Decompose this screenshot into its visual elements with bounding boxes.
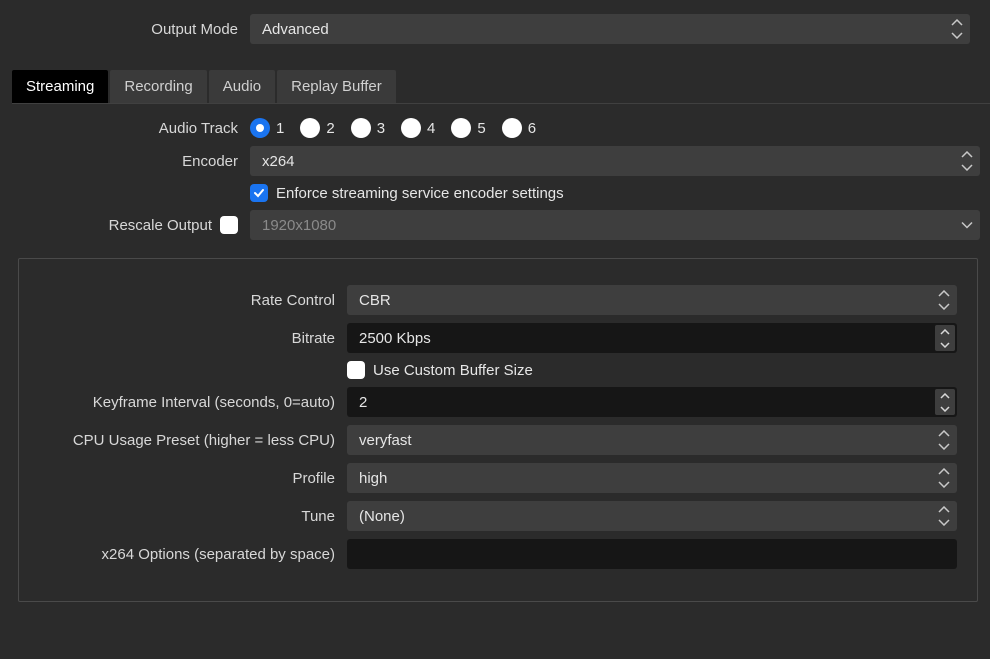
encoder-select[interactable]: x264	[250, 146, 980, 176]
tab-replay-buffer[interactable]: Replay Buffer	[277, 70, 396, 103]
tune-select[interactable]: (None)	[347, 501, 957, 531]
x264-opts-input[interactable]	[347, 539, 957, 569]
cpu-preset-value: veryfast	[359, 432, 412, 449]
audio-track-radio-1[interactable]	[250, 118, 270, 138]
keyframe-label: Keyframe Interval (seconds, 0=auto)	[29, 394, 347, 411]
bitrate-input[interactable]: 2500 Kbps	[347, 323, 957, 353]
tune-label: Tune	[29, 508, 347, 525]
encoder-value: x264	[262, 153, 295, 170]
custom-buffer-label: Use Custom Buffer Size	[373, 362, 533, 379]
output-mode-label: Output Mode	[0, 21, 250, 38]
audio-track-radio-5[interactable]	[451, 118, 471, 138]
chevron-down-icon[interactable]	[935, 402, 955, 415]
enforce-label: Enforce streaming service encoder settin…	[276, 185, 564, 202]
updown-icon	[935, 427, 953, 453]
rescale-select[interactable]: 1920x1080	[250, 210, 980, 240]
profile-label: Profile	[29, 470, 347, 487]
updown-icon	[935, 503, 953, 529]
rate-control-select[interactable]: CBR	[347, 285, 957, 315]
encoder-settings-panel: Rate Control CBR Bitrate 2500 Kbps	[18, 258, 978, 602]
tab-audio[interactable]: Audio	[209, 70, 275, 103]
audio-track-radio-4[interactable]	[401, 118, 421, 138]
keyframe-input[interactable]: 2	[347, 387, 957, 417]
enforce-checkbox[interactable]	[250, 184, 268, 202]
audio-track-radio-3[interactable]	[351, 118, 371, 138]
x264-opts-label: x264 Options (separated by space)	[29, 546, 347, 563]
updown-icon	[935, 287, 953, 313]
tab-streaming[interactable]: Streaming	[12, 70, 108, 103]
tab-recording[interactable]: Recording	[110, 70, 206, 103]
rate-control-label: Rate Control	[29, 292, 347, 309]
rescale-checkbox[interactable]	[220, 216, 238, 234]
audio-track-radio-6[interactable]	[502, 118, 522, 138]
audio-track-label: Audio Track	[0, 120, 250, 137]
updown-icon	[958, 148, 976, 174]
bitrate-label: Bitrate	[29, 330, 347, 347]
cpu-preset-select[interactable]: veryfast	[347, 425, 957, 455]
custom-buffer-checkbox[interactable]	[347, 361, 365, 379]
bitrate-spinner[interactable]	[935, 325, 955, 351]
updown-icon	[935, 465, 953, 491]
cpu-preset-label: CPU Usage Preset (higher = less CPU)	[29, 432, 347, 449]
chevron-up-icon[interactable]	[935, 325, 955, 338]
audio-track-radio-2[interactable]	[300, 118, 320, 138]
keyframe-spinner[interactable]	[935, 389, 955, 415]
chevron-down-icon	[960, 217, 974, 234]
rescale-value: 1920x1080	[262, 217, 336, 234]
rescale-label: Rescale Output	[109, 217, 212, 234]
profile-select[interactable]: high	[347, 463, 957, 493]
rate-control-value: CBR	[359, 292, 391, 309]
output-mode-select[interactable]: Advanced	[250, 14, 970, 44]
keyframe-value: 2	[359, 394, 367, 411]
chevron-up-icon[interactable]	[935, 389, 955, 402]
bitrate-value: 2500 Kbps	[359, 330, 431, 347]
encoder-label: Encoder	[0, 153, 250, 170]
audio-track-radio-group: 1 2 3 4 5 6	[250, 118, 536, 138]
output-tabs: Streaming Recording Audio Replay Buffer	[12, 70, 990, 104]
updown-icon	[948, 16, 966, 42]
tune-value: (None)	[359, 508, 405, 525]
output-mode-value: Advanced	[262, 21, 329, 38]
profile-value: high	[359, 470, 387, 487]
chevron-down-icon[interactable]	[935, 338, 955, 351]
